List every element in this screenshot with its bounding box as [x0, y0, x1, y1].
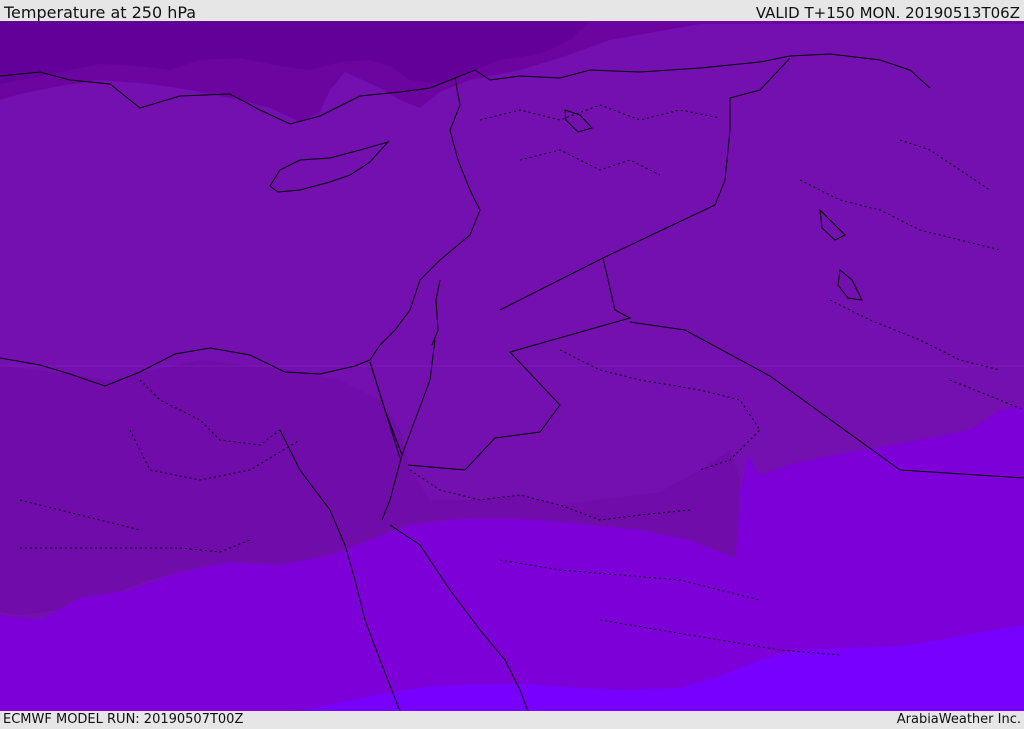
header-bar: Temperature at 250 hPa VALID T+150 MON. …	[0, 0, 1024, 22]
footer-bar: ECMWF MODEL RUN: 20190507T00Z ArabiaWeat…	[0, 711, 1024, 729]
model-run-label: ECMWF MODEL RUN: 20190507T00Z	[3, 712, 244, 727]
brand-label: ArabiaWeather Inc.	[896, 712, 1021, 727]
valid-time-label: VALID T+150 MON. 20190513T06Z	[755, 4, 1020, 22]
weather-map[interactable]	[0, 21, 1024, 711]
map-canvas	[0, 21, 1024, 711]
map-title: Temperature at 250 hPa	[4, 3, 197, 22]
